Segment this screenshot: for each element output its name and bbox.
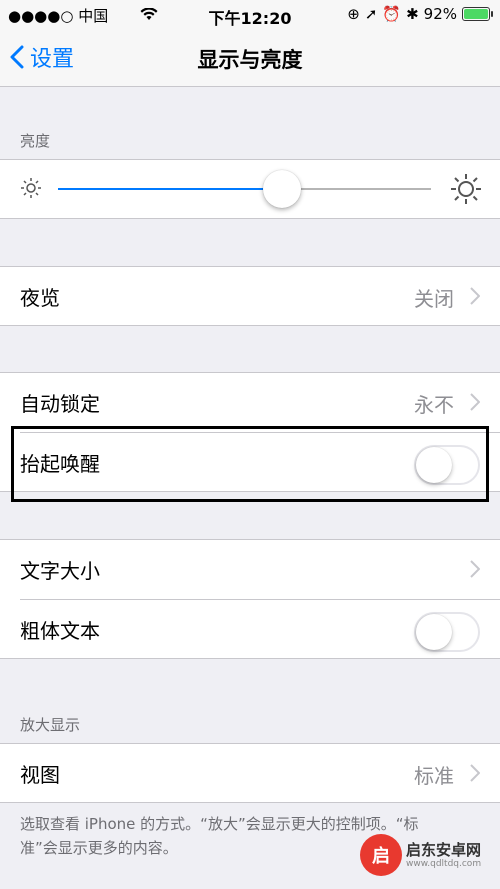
status-bar: ●●●●○ 中国 下午12:20 ⊕ ➚ ⏰ ✱ 92% — [0, 0, 500, 30]
watermark-name: 启东安卓网 — [406, 841, 482, 859]
bold-text-row: 粗体文本 — [0, 600, 500, 658]
nav-bar: 设置 显示与亮度 — [0, 30, 500, 87]
bluetooth-icon: ✱ — [406, 5, 419, 23]
view-value: 标准 — [414, 764, 454, 788]
brightness-slider-fill — [58, 188, 282, 190]
display-zoom-group: 视图 标准 — [0, 743, 500, 803]
raise-to-wake-row: 抬起唤醒 — [0, 433, 500, 491]
toggle-knob — [416, 614, 452, 650]
raise-to-wake-label: 抬起唤醒 — [20, 452, 100, 476]
chevron-right-icon — [470, 764, 480, 782]
brightness-slider-track[interactable] — [58, 188, 431, 190]
watermark: 启 启东安卓网 www.qdltdq.com — [360, 825, 490, 885]
night-shift-row[interactable]: 夜览 关闭 — [0, 267, 500, 325]
auto-lock-row[interactable]: 自动锁定 永不 — [0, 373, 500, 431]
sun-large-icon — [450, 173, 482, 209]
battery-percent: 92% — [423, 5, 457, 23]
display-zoom-header: 放大显示 — [20, 716, 81, 734]
brightness-header: 亮度 — [20, 132, 51, 150]
view-label: 视图 — [20, 763, 60, 787]
auto-lock-label: 自动锁定 — [20, 392, 100, 416]
auto-lock-value: 永不 — [414, 393, 454, 417]
night-shift-group: 夜览 关闭 — [0, 266, 500, 326]
night-shift-value: 关闭 — [414, 287, 454, 311]
watermark-url: www.qdltdq.com — [406, 859, 482, 869]
text-size-label: 文字大小 — [20, 559, 100, 583]
view-row[interactable]: 视图 标准 — [0, 744, 500, 802]
battery-icon — [462, 7, 493, 21]
page-title: 显示与亮度 — [197, 48, 303, 72]
status-right: ⊕ ➚ ⏰ ✱ 92% — [347, 5, 493, 23]
alarm-icon: ⏰ — [382, 5, 402, 23]
bold-text-label: 粗体文本 — [20, 619, 100, 643]
text-size-row[interactable]: 文字大小 — [0, 540, 500, 598]
bold-text-toggle[interactable] — [414, 612, 480, 652]
brightness-group — [0, 159, 500, 219]
sun-small-icon — [20, 177, 42, 203]
night-shift-label: 夜览 — [20, 286, 60, 310]
location-icon: ➚ — [364, 5, 378, 23]
rotation-lock-icon: ⊕ — [347, 5, 360, 23]
watermark-text-block: 启东安卓网 www.qdltdq.com — [406, 841, 481, 869]
chevron-right-icon — [470, 287, 480, 305]
chevron-right-icon — [470, 393, 480, 411]
toggle-knob — [416, 447, 452, 483]
chevron-right-icon — [470, 560, 480, 578]
lock-group: 自动锁定 永不 抬起唤醒 — [0, 372, 500, 492]
text-group: 文字大小 粗体文本 — [0, 539, 500, 659]
watermark-logo-icon: 启 — [360, 834, 402, 876]
raise-to-wake-toggle[interactable] — [414, 445, 480, 485]
brightness-slider-thumb[interactable] — [262, 170, 301, 208]
